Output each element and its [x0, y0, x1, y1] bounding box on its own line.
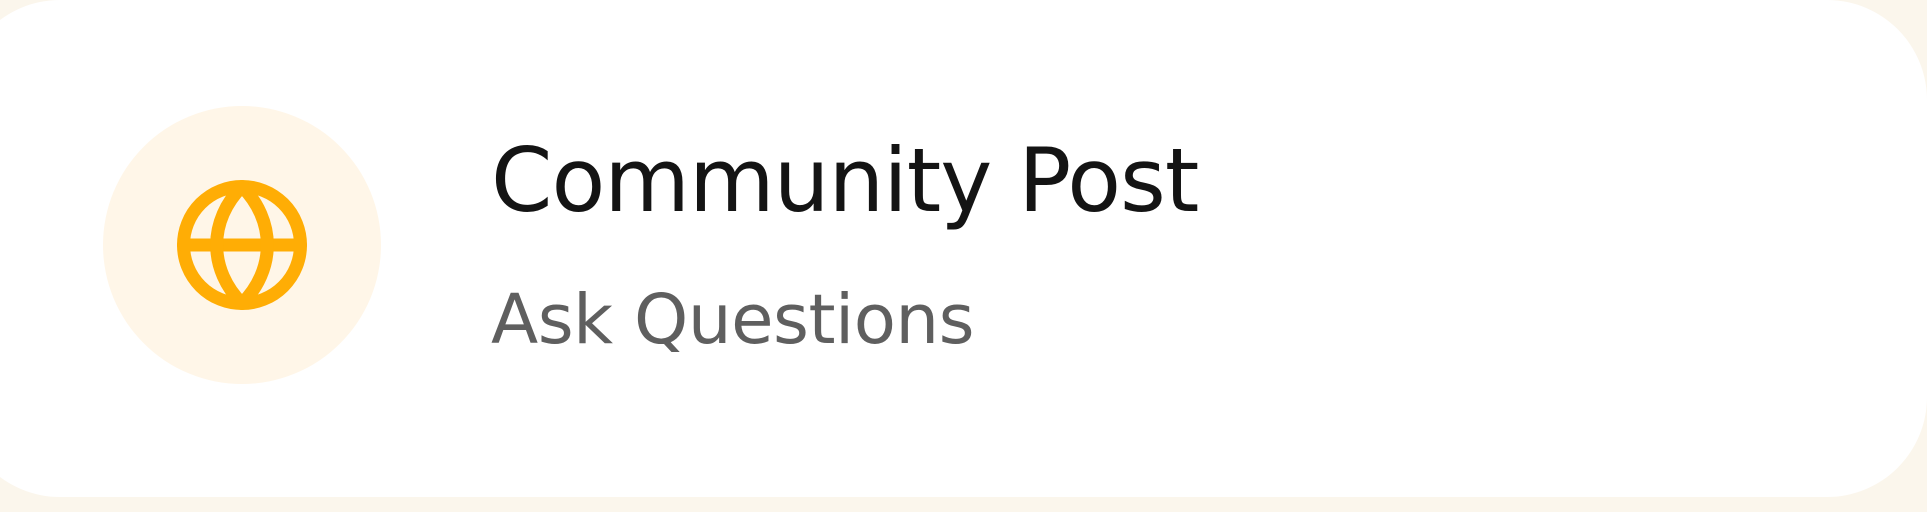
icon-badge [103, 106, 381, 384]
globe-icon [177, 180, 307, 310]
card-subtitle: Ask Questions [491, 280, 975, 360]
card-title: Community Post [491, 129, 1199, 232]
community-post-card[interactable]: Community Post Ask Questions [0, 0, 1927, 497]
